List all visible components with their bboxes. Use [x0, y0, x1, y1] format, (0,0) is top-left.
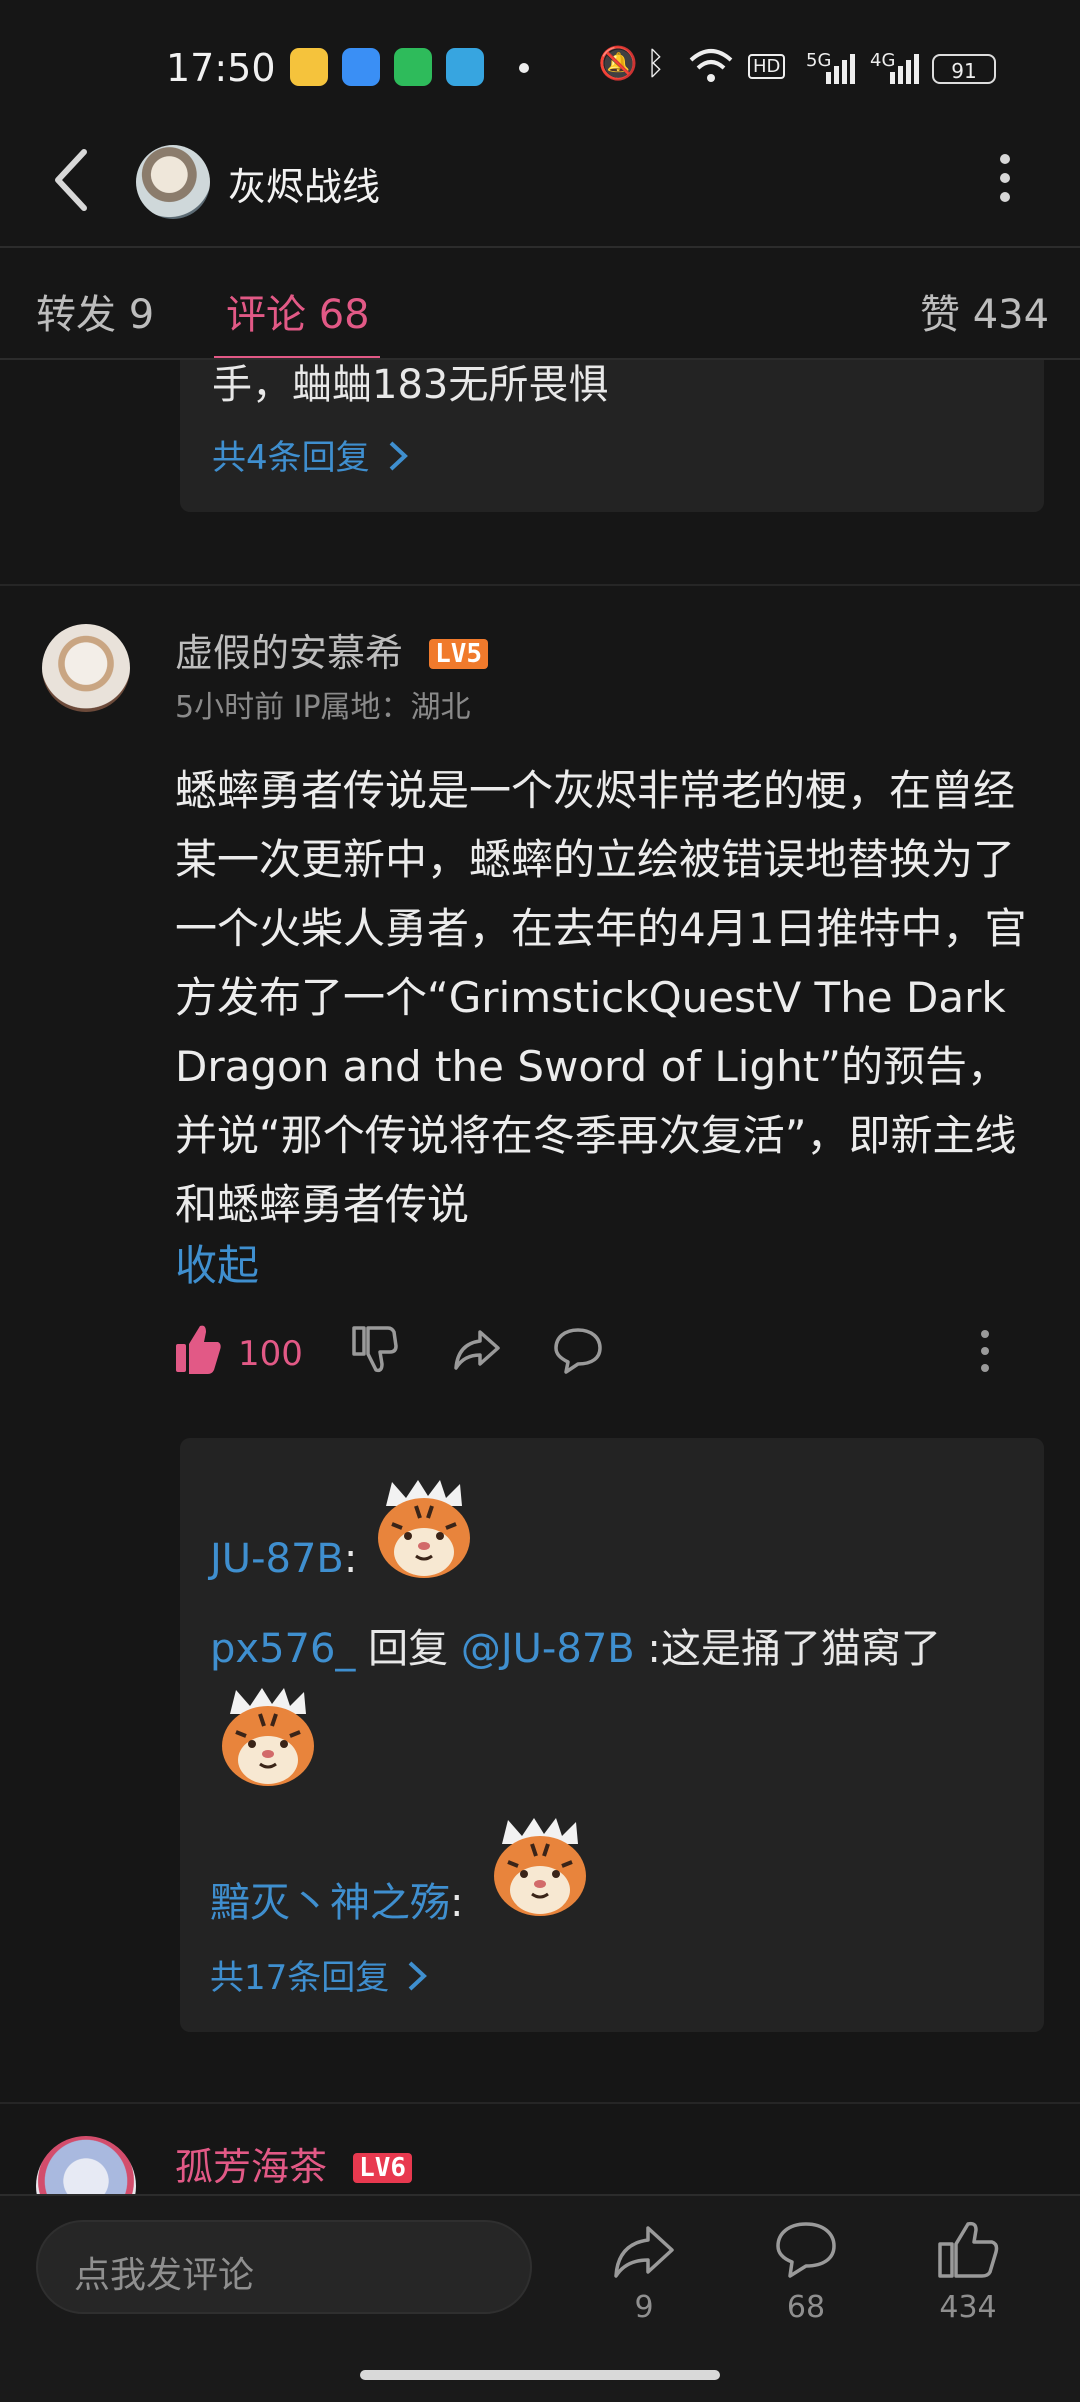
- tab-likes[interactable]: 赞 434: [920, 282, 1049, 340]
- hd-badge: HD: [748, 54, 786, 79]
- divider: [0, 584, 1080, 586]
- reply-username[interactable]: 黯灭丶神之殇: [210, 1880, 450, 1926]
- mute-icon: 🔕: [598, 44, 638, 82]
- bluetooth-icon: ᛒ: [646, 44, 666, 82]
- comment-bubble-icon[interactable]: [552, 1322, 604, 1378]
- like-count: 434: [939, 2290, 997, 2325]
- like-count: 100: [238, 1334, 303, 1374]
- comment-count: 68: [786, 2290, 826, 2325]
- level-badge: LV5: [429, 639, 489, 669]
- chevron-right-icon: [408, 1961, 428, 1991]
- battery-icon: 91: [932, 54, 996, 84]
- thumbs-down-icon[interactable]: [350, 1322, 398, 1378]
- commenter-row: 孤芳海茶 LV6: [175, 2136, 413, 2191]
- messages-app-icon: [394, 48, 432, 86]
- view-replies-link[interactable]: 共17条回复: [210, 1950, 432, 1999]
- wifi-icon: [689, 49, 733, 82]
- reply-username[interactable]: JU-87B: [210, 1536, 344, 1582]
- signal-icon-2: [890, 54, 919, 84]
- tab-repost[interactable]: 转发 9: [36, 282, 154, 340]
- notification-dot-icon: [519, 63, 529, 73]
- more-menu-icon[interactable]: [990, 148, 1020, 214]
- reply-verb: 回复: [355, 1626, 461, 1672]
- view-replies-label: 共4条回复: [212, 438, 370, 478]
- comment-meta: 5小时前 IP属地：湖北: [175, 690, 471, 725]
- collapse-link[interactable]: 收起: [175, 1232, 259, 1293]
- commenter-name[interactable]: 虚假的安慕希: [175, 631, 403, 675]
- thumbs-up-filled-icon[interactable]: [174, 1322, 222, 1378]
- comment-more-icon[interactable]: [970, 1326, 1000, 1386]
- level-badge: LV6: [353, 2153, 413, 2183]
- view-replies-label: 共17条回复: [210, 1958, 390, 1998]
- commenter-row: 虚假的安慕希 LV5: [175, 622, 489, 677]
- share-icon[interactable]: [452, 1322, 502, 1378]
- divider: [0, 2102, 1080, 2104]
- tiger-sticker-icon: [222, 1688, 314, 1786]
- reply-separator: :: [450, 1880, 464, 1926]
- home-indicator[interactable]: [360, 2370, 720, 2380]
- weibo-app-icon: [290, 48, 328, 86]
- comment-bubble-icon[interactable]: [774, 2218, 838, 2282]
- commenter-name[interactable]: 孤芳海茶: [175, 2145, 327, 2189]
- share-icon[interactable]: [612, 2218, 676, 2282]
- thumbs-up-icon[interactable]: [936, 2218, 1000, 2282]
- reply-text: 手，蛐蛐183无所畏惧: [212, 362, 609, 408]
- sub-reply-2[interactable]: px576_ 回复 @JU-87B :这是捅了猫窝了: [210, 1616, 941, 1674]
- tab-comments[interactable]: 评论 68: [226, 282, 370, 340]
- sub-reply-1[interactable]: JU-87B:: [210, 1536, 357, 1582]
- account-avatar[interactable]: [136, 145, 210, 219]
- commenter-avatar[interactable]: [42, 624, 130, 712]
- back-chevron-icon[interactable]: [44, 140, 104, 220]
- status-bar: 17:50 🔕 ᛒ HD 5G 4G 91: [0, 0, 1080, 120]
- status-time: 17:50: [166, 46, 276, 90]
- reply-mention[interactable]: @JU-87B: [461, 1626, 635, 1672]
- tiger-sticker-icon: [378, 1480, 470, 1578]
- signal-icon: [826, 54, 855, 84]
- divider: [0, 246, 1080, 248]
- chevron-right-icon: [389, 441, 408, 471]
- reply-separator: :: [343, 1536, 358, 1582]
- comment-body: 蟋蟀勇者传说是一个灰烬非常老的梗，在曾经某一次更新中，蟋蟀的立绘被错误地替换为了…: [175, 766, 1027, 1229]
- telegram-app-icon: [446, 48, 484, 86]
- sub-reply-3[interactable]: 黯灭丶神之殇:: [210, 1870, 463, 1928]
- browser-app-icon: [342, 48, 380, 86]
- comment-input-placeholder: 点我发评论: [74, 2255, 255, 2296]
- reply-text: :这是捅了猫窝了: [634, 1626, 941, 1672]
- view-replies-link[interactable]: 共4条回复: [212, 430, 413, 479]
- comment-input[interactable]: 点我发评论: [36, 2220, 532, 2314]
- share-count: 9: [634, 2290, 654, 2325]
- tiger-sticker-icon: [494, 1818, 586, 1916]
- account-name[interactable]: 灰烬战线: [228, 156, 380, 211]
- reply-username[interactable]: px576_: [210, 1626, 355, 1672]
